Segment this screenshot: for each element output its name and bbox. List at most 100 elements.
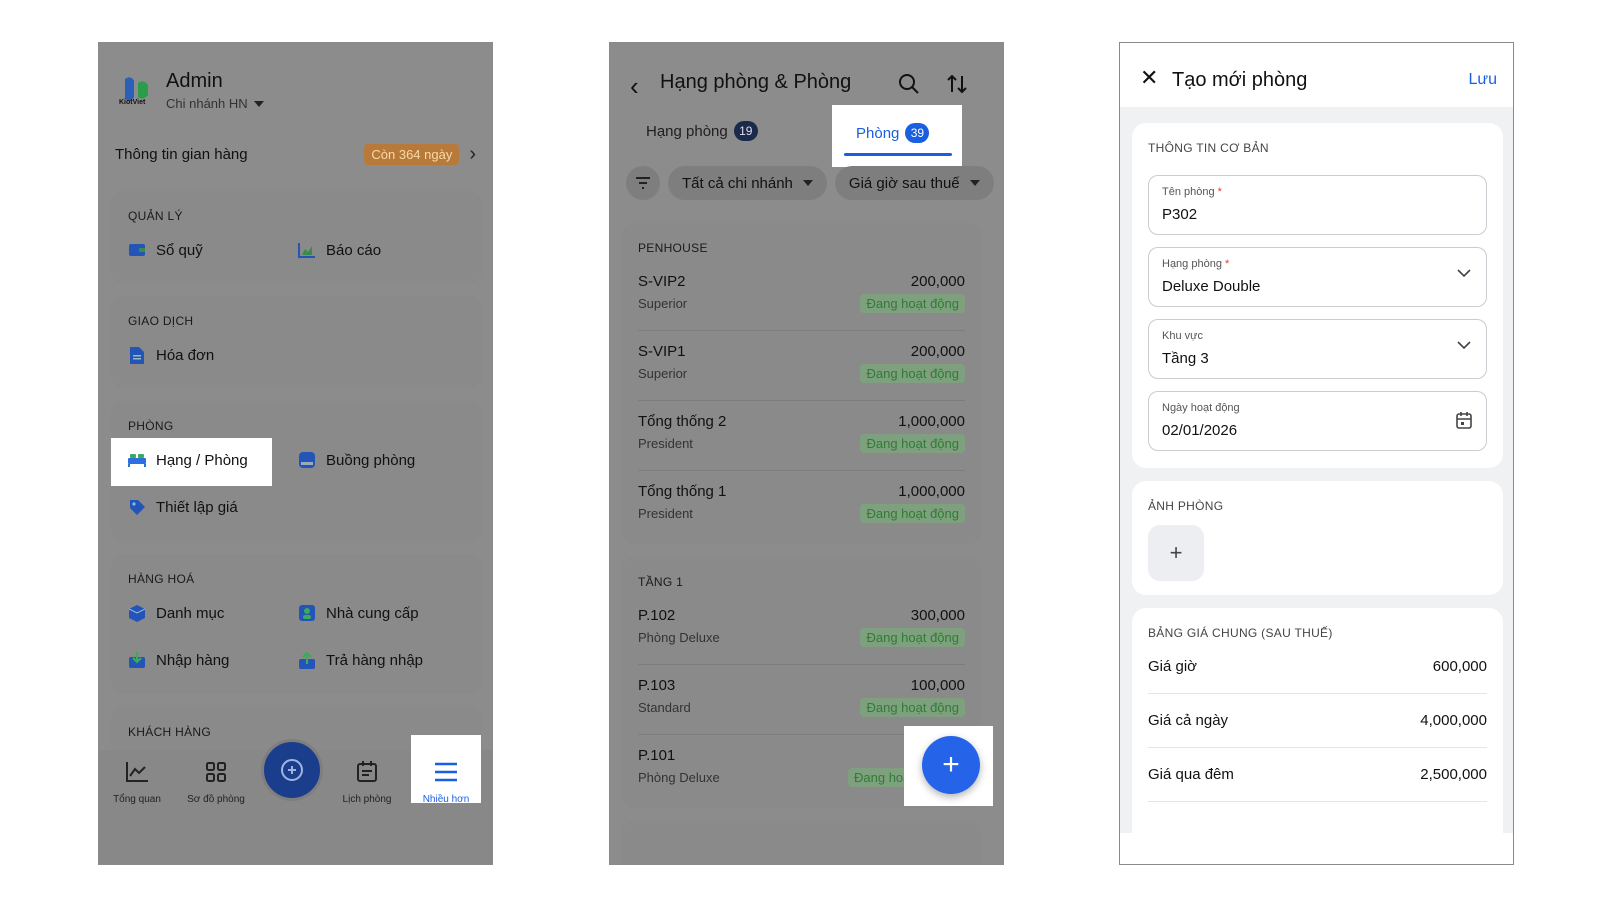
menu-item-thiet-lap-gia[interactable]: Thiết lập giá: [128, 498, 238, 516]
plus-icon: +: [1169, 540, 1183, 565]
chevron-down-icon: [1457, 269, 1471, 278]
section-title: PHÒNG: [128, 419, 174, 433]
wallet-icon: [128, 241, 146, 259]
management-card: QUẢN LÝ Sổ quỹ Báo cáo: [111, 191, 482, 283]
bottom-fill: [1120, 833, 1513, 864]
room-row[interactable]: S-VIP1 Superior 200,000 Đang hoạt động: [638, 331, 965, 401]
search-icon[interactable]: [898, 73, 920, 95]
add-photo-button[interactable]: +: [1148, 525, 1204, 581]
nav-label: Lịch phòng: [342, 794, 392, 805]
store-info-row[interactable]: Thông tin gian hàng Còn 364 ngày ›: [99, 128, 492, 180]
nav-tong-quan[interactable]: Tổng quan: [109, 750, 165, 805]
room-price: 300,000: [910, 607, 965, 624]
price-tag-icon: [128, 498, 146, 516]
account-header[interactable]: KiotViet Admin Chi nhánh HN: [99, 43, 492, 127]
calendar-icon: [357, 761, 377, 782]
room-name-field[interactable]: Tên phòng * P302: [1148, 175, 1487, 235]
chevron-right-icon: ›: [469, 142, 476, 165]
section-title: BẢNG GIÁ CHUNG (SAU THUẾ): [1148, 626, 1333, 640]
nav-so-do-phong[interactable]: Sơ đồ phòng: [181, 750, 251, 805]
status-badge: Đang hoạt động: [860, 504, 965, 523]
room-row[interactable]: P.102 Phòng Deluxe 300,000 Đang hoạt độn…: [638, 595, 965, 665]
search-scan-icon: [281, 759, 303, 781]
price-label: Giá cả ngày: [1148, 712, 1229, 729]
nav-lich-phong[interactable]: Lịch phòng: [337, 750, 397, 805]
menu-item-buong-phong[interactable]: Buồng phòng: [298, 451, 415, 469]
save-button[interactable]: Lưu: [1468, 71, 1497, 89]
menu-item-bao-cao[interactable]: Báo cáo: [298, 241, 381, 259]
menu-item-label: Danh mục: [156, 604, 225, 622]
filter-button[interactable]: [626, 166, 660, 200]
status-badge: Đang hoạt động: [860, 434, 965, 453]
room-class-select[interactable]: Hạng phòng * Deluxe Double: [1148, 247, 1487, 307]
price-row-hourly[interactable]: Giá giờ 600,000: [1148, 640, 1487, 694]
transactions-card: GIAO DỊCH Hóa đơn: [111, 296, 482, 388]
status-badge: Đang hoạt động: [860, 698, 965, 717]
tab-phong[interactable]: Phòng 39: [856, 123, 930, 143]
room-price: 200,000: [910, 343, 965, 360]
rooms-card: PHÒNG Hạng / Phòng Buồng phòng Thiết lập…: [111, 401, 482, 541]
tab-hang-phong[interactable]: Hạng phòng 19: [646, 121, 758, 141]
count-badge: 39: [905, 123, 930, 143]
branch-selector[interactable]: Chi nhánh HN: [166, 96, 264, 111]
menu-item-label: Sổ quỹ: [156, 241, 203, 259]
menu-item-danh-muc[interactable]: Danh mục: [128, 604, 224, 622]
price-value: 2,500,000: [1420, 766, 1487, 783]
chevron-down-icon: [1457, 341, 1471, 350]
room-row[interactable]: Tổng thống 1 President 1,000,000 Đang ho…: [638, 471, 965, 541]
goods-card: HÀNG HOÁ Danh mục Nhà cung cấp Nhập hàng…: [111, 554, 482, 694]
price-row-daily[interactable]: Giá cả ngày 4,000,000: [1148, 694, 1487, 748]
field-value: Tầng 3: [1162, 350, 1209, 367]
price-row-overnight[interactable]: Giá qua đêm 2,500,000: [1148, 748, 1487, 802]
menu-item-label: Hạng / Phòng: [156, 451, 248, 469]
room-list-screen: ‹ Hạng phòng & Phòng Hạng phòng 19 Phòng…: [609, 42, 1004, 865]
active-date-field[interactable]: Ngày hoạt động 02/01/2026: [1148, 391, 1487, 451]
overview-chart-icon: [126, 762, 148, 782]
price-value: 600,000: [1432, 658, 1487, 675]
back-arrow-icon[interactable]: ‹: [630, 71, 639, 102]
count-badge: 19: [733, 121, 758, 141]
nav-nhieu-hon[interactable]: Nhiều hơn: [414, 750, 478, 805]
branch-label: Chi nhánh HN: [166, 96, 248, 111]
menu-item-label: Trả hàng nhập: [326, 651, 424, 669]
menu-item-nha-cung-cap[interactable]: Nhà cung cấp: [298, 604, 419, 622]
import-icon: [128, 651, 146, 669]
status-badge: Đang hoạt động: [860, 294, 965, 313]
menu-item-hang-phong[interactable]: Hạng / Phòng: [128, 451, 248, 469]
room-group-card: [622, 821, 981, 864]
chart-icon: [298, 241, 316, 259]
room-row[interactable]: Tổng thống 2 President 1,000,000 Đang ho…: [638, 401, 965, 471]
status-badge: Đang hoạt động: [860, 628, 965, 647]
grid-icon: [206, 762, 226, 782]
tab-label: Hạng phòng: [646, 122, 728, 140]
menu-item-so-quy[interactable]: Sổ quỹ: [128, 241, 203, 259]
price-filter-dropdown[interactable]: Giá giờ sau thuế: [834, 166, 994, 200]
room-type: President: [638, 436, 693, 451]
nav-label: Tổng quan: [113, 794, 161, 805]
area-select[interactable]: Khu vực Tầng 3: [1148, 319, 1487, 379]
room-price: 1,000,000: [898, 413, 965, 430]
filter-label: Giá giờ sau thuế: [848, 174, 960, 192]
scan-fab-button[interactable]: [261, 739, 323, 801]
menu-item-nhap-hang[interactable]: Nhập hàng: [128, 651, 229, 669]
room-row[interactable]: S-VIP2 Superior 200,000 Đang hoạt động: [638, 261, 965, 331]
days-remaining-badge: Còn 364 ngày: [364, 143, 460, 165]
add-room-fab-button[interactable]: +: [922, 736, 980, 794]
section-title: ẢNH PHÒNG: [1148, 499, 1224, 513]
nav-label: Nhiều hơn: [422, 794, 470, 805]
sort-icon[interactable]: [946, 73, 968, 95]
invoice-icon: [128, 346, 146, 364]
close-icon[interactable]: ✕: [1140, 65, 1158, 91]
branch-filter-dropdown[interactable]: Tất cả chi nhánh: [668, 166, 827, 200]
group-title: TẦNG 1: [638, 575, 684, 589]
menu-item-label: Buồng phòng: [326, 451, 416, 469]
room-name: Tổng thống 2: [638, 413, 727, 430]
menu-item-tra-hang-nhap[interactable]: Trả hàng nhập: [298, 651, 423, 669]
room-row[interactable]: P.103 Standard 100,000 Đang hoạt động: [638, 665, 965, 735]
room-price: 100,000: [910, 677, 965, 694]
menu-item-hoa-don[interactable]: Hóa đơn: [128, 346, 214, 364]
section-title: KHÁCH HÀNG: [128, 725, 212, 739]
active-tab-indicator: [844, 153, 952, 156]
section-title: GIAO DỊCH: [128, 314, 194, 328]
field-value: P302: [1162, 206, 1198, 223]
